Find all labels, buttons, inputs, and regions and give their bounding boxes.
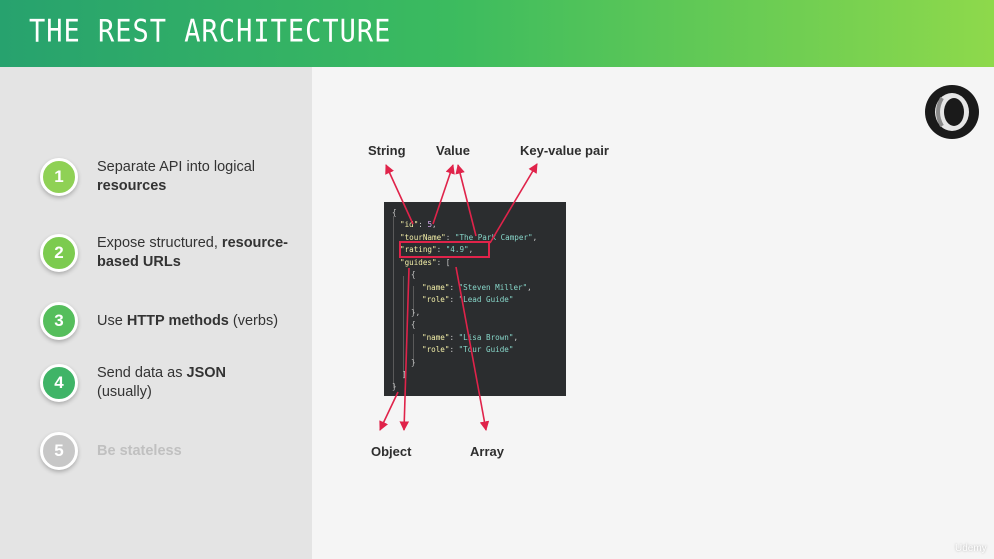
json-logo-icon [925,85,979,139]
code-line-guide2-role: "role": "Tour Guide" [422,345,514,354]
label-object: Object [371,444,412,459]
step-number: 1 [40,158,78,196]
code-line-close: } [392,382,397,391]
step-number: 3 [40,302,78,340]
step-text: Use HTTP methods (verbs) [97,313,279,329]
code-line-array-close: ] [402,370,407,379]
label-string: String [368,143,406,158]
code-line-guide2-name: "name": "Lisa Brown", [422,333,519,342]
step-number: 5 [40,432,78,470]
udemy-watermark: Udemy [955,543,987,554]
slide-header: THE REST ARCHITECTURE [0,0,994,67]
slide-title: THE REST ARCHITECTURE [29,14,392,50]
step-text: Expose structured, resource-based URLs [97,235,289,270]
step-2: 2 Expose structured, resource-based URLs [40,234,300,274]
step-number: 4 [40,364,78,402]
code-line-obj1-open: { [411,270,416,279]
code-line-guide1-name: "name": "Steven Miller", [422,283,532,292]
step-number: 2 [40,234,78,272]
step-text: Be stateless [97,443,182,459]
step-text: Send data as JSON (usually) [97,365,226,400]
step-text: Separate API into logical resources [97,159,255,194]
label-array: Array [470,444,504,459]
label-key-value-pair: Key-value pair [520,143,609,158]
step-5: 5 Be stateless [40,432,300,472]
step-1: 1 Separate API into logical resources [40,158,300,198]
code-line-open: { [392,208,397,217]
json-code-block: { "id": 5, "tourName": "The Park Camper"… [384,202,566,396]
code-line-guides: "guides": [ [400,258,451,267]
code-line-obj1-close: }, [411,308,421,317]
step-4: 4 Send data as JSON (usually) [40,364,300,404]
code-line-obj2-open: { [411,320,416,329]
key-value-highlight [399,241,490,258]
label-value: Value [436,143,470,158]
step-3: 3 Use HTTP methods (verbs) [40,302,300,342]
code-line-guide1-role: "role": "Lead Guide" [422,295,514,304]
code-line-obj2-close: } [411,358,416,367]
code-line-id: "id": 5, [400,220,437,229]
